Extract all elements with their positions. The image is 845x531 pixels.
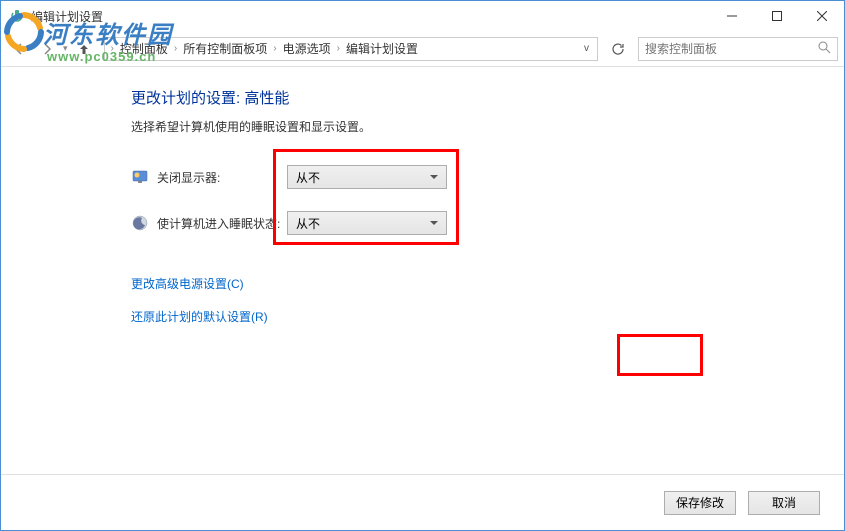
setting-row-sleep: 使计算机进入睡眠状态: 从不 (131, 211, 844, 235)
forward-button[interactable] (35, 37, 59, 61)
content-area: 更改计划的设置: 高性能 选择希望计算机使用的睡眠设置和显示设置。 关闭显示器:… (1, 67, 844, 325)
footer-bar: 保存修改 取消 (1, 474, 844, 530)
window-controls (709, 1, 844, 31)
setting-label: 关闭显示器: (157, 169, 287, 186)
sleep-timeout-select[interactable]: 从不 (287, 211, 447, 235)
navigation-bar: ▾ › 控制面板 › 所有控制面板项 › 电源选项 › 编辑计划设置 v (1, 31, 844, 67)
chevron-right-icon: › (109, 43, 116, 54)
breadcrumb-item[interactable]: 控制面板 (116, 40, 172, 57)
monitor-icon (131, 168, 149, 186)
breadcrumb-item[interactable]: 编辑计划设置 (342, 40, 422, 57)
search-input[interactable] (645, 42, 818, 56)
save-button[interactable]: 保存修改 (664, 491, 736, 515)
search-box[interactable] (638, 37, 838, 61)
chevron-right-icon: › (335, 43, 342, 54)
display-timeout-select[interactable]: 从不 (287, 165, 447, 189)
app-icon (9, 8, 25, 24)
links-section: 更改高级电源设置(C) 还原此计划的默认设置(R) (131, 275, 844, 325)
address-bar[interactable]: › 控制面板 › 所有控制面板项 › 电源选项 › 编辑计划设置 v (104, 37, 598, 61)
back-button[interactable] (7, 37, 31, 61)
highlight-annotation (617, 334, 703, 376)
close-button[interactable] (799, 1, 844, 31)
page-heading: 更改计划的设置: 高性能 (131, 87, 844, 108)
address-dropdown-icon[interactable]: v (580, 43, 593, 54)
chevron-right-icon: › (271, 43, 278, 54)
page-subheading: 选择希望计算机使用的睡眠设置和显示设置。 (131, 118, 844, 135)
titlebar: 编辑计划设置 (1, 1, 844, 31)
history-dropdown-icon[interactable]: ▾ (63, 43, 68, 54)
advanced-settings-link[interactable]: 更改高级电源设置(C) (131, 275, 844, 292)
setting-row-display: 关闭显示器: 从不 (131, 165, 844, 189)
breadcrumb-item[interactable]: 所有控制面板项 (179, 40, 271, 57)
window-title: 编辑计划设置 (31, 8, 709, 25)
minimize-button[interactable] (709, 1, 754, 31)
breadcrumb-item[interactable]: 电源选项 (279, 40, 335, 57)
moon-icon (131, 214, 149, 232)
restore-defaults-link[interactable]: 还原此计划的默认设置(R) (131, 308, 844, 325)
select-value: 从不 (296, 215, 320, 232)
search-icon[interactable] (818, 41, 831, 57)
maximize-button[interactable] (754, 1, 799, 31)
up-button[interactable] (72, 37, 96, 61)
setting-label: 使计算机进入睡眠状态: (157, 215, 287, 232)
cancel-button[interactable]: 取消 (748, 491, 820, 515)
refresh-button[interactable] (606, 37, 630, 61)
select-value: 从不 (296, 169, 320, 186)
chevron-right-icon: › (172, 43, 179, 54)
